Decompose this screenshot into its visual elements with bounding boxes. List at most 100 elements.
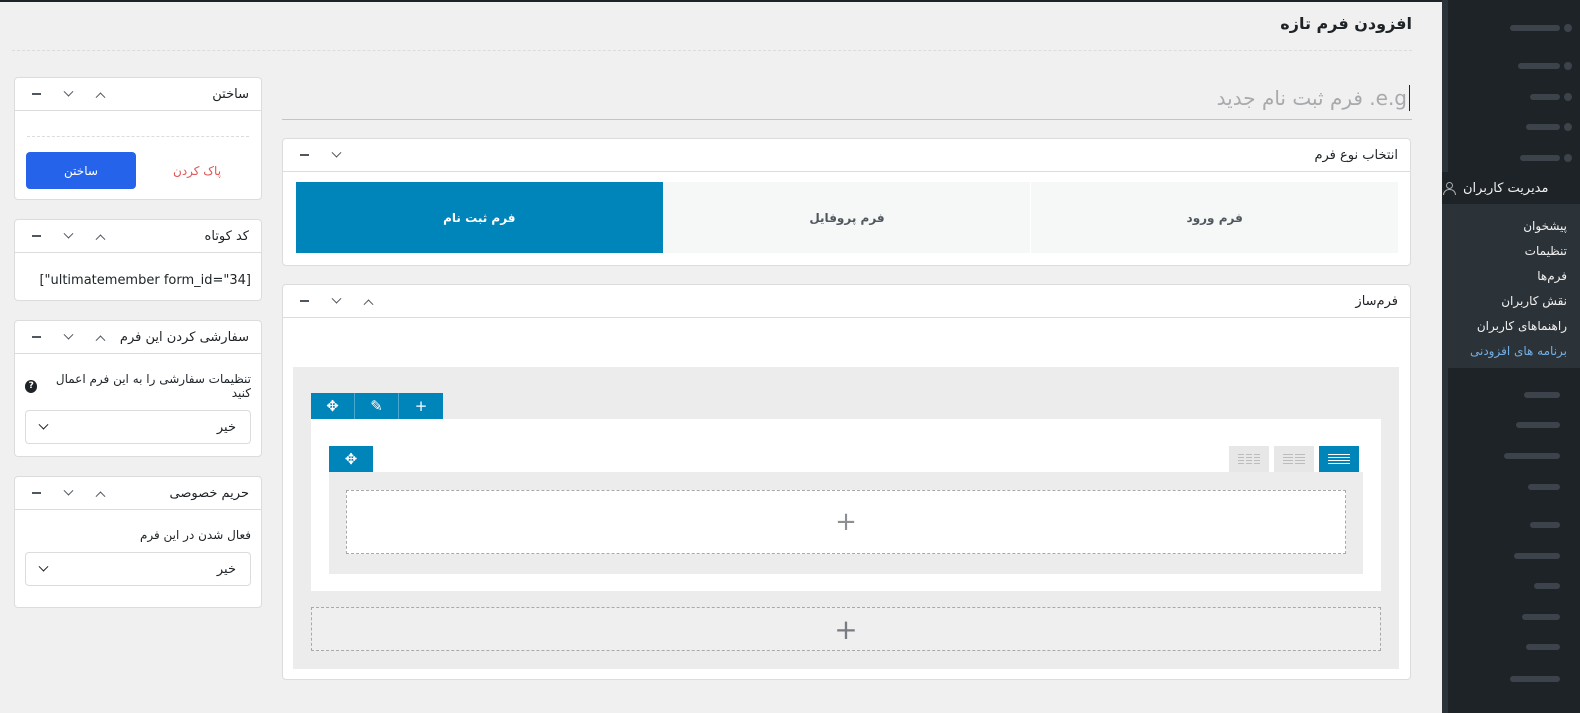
customize-field-label: تنظیمات سفارشی را به این فرم اعمال کنید … [15,354,261,400]
sidebar-item-blurred[interactable] [1524,392,1560,398]
form-type-login[interactable]: فرم ورود [1030,182,1398,253]
sidebar-item-blurred[interactable] [1516,422,1560,428]
privacy-select[interactable]: خیر [25,552,251,586]
chevron-down-icon [63,86,73,97]
move-up-button[interactable] [91,227,109,245]
sidebar-item-label: مدیریت کاربران [1463,180,1549,196]
sidebar-icon-blurred [1564,93,1572,101]
sidebar-item-blurred[interactable] [1526,644,1560,650]
sidebar-item-blurred[interactable] [1530,522,1560,528]
chevron-down-icon [63,228,73,239]
privacy-box-header: حریم خصوصی [15,477,261,510]
collapse-button[interactable] [27,227,45,245]
collapse-button[interactable] [27,484,45,502]
plus-icon: + [835,507,857,537]
submenu-item-dashboard[interactable]: پیشخوان [1442,214,1580,239]
sidebar-item-blurred[interactable] [1522,614,1560,620]
chevron-up-icon [95,91,105,102]
sidebar-icon-blurred [1564,62,1572,70]
submenu-item-settings[interactable]: تنظیمات [1442,239,1580,264]
move-up-button[interactable] [91,85,109,103]
add-field-button[interactable]: + [346,490,1346,554]
move-up-button[interactable] [91,328,109,346]
form-type-box-header: انتخاب نوع فرم [283,139,1410,172]
collapse-button[interactable] [27,328,45,346]
move-subrow-button[interactable]: ✥ [329,446,373,472]
submenu: پیشخوان تنظیمات فرم‌ها نقش کاربران راهنم… [1442,204,1580,364]
layout-three-columns[interactable] [1229,446,1269,472]
submenu-item-member-directories[interactable]: راهنماهای کاربران [1442,314,1580,339]
move-down-button[interactable] [59,484,77,502]
sidebar-item-blurred[interactable] [1504,453,1560,459]
three-columns-icon [1238,454,1260,464]
add-subrow-button[interactable]: + [399,393,443,419]
submenu-item-user-roles[interactable]: نقش کاربران [1442,289,1580,314]
plus-icon: + [414,397,428,415]
minus-icon [31,492,41,494]
sidebar-item-user-management[interactable]: مدیریت کاربران [1442,172,1580,204]
sidebar-item-blurred[interactable] [1526,124,1560,130]
move-row-button[interactable]: ✥ [311,393,355,419]
move-down-button[interactable] [327,292,345,310]
privacy-field-label: فعال شدن در این فرم [15,510,261,542]
create-box-divider [27,136,249,137]
clear-button[interactable]: پاک کردن [173,164,221,178]
customize-form-box: سفارشی کردن این فرم تنظیمات سفارشی را به… [14,320,262,457]
privacy-box: حریم خصوصی فعال شدن در این فرم خیر [14,476,262,608]
create-box: ساختن ساختن پاک کردن [14,77,262,200]
customize-label-text: تنظیمات سفارشی را به این فرم اعمال کنید [55,372,251,400]
sidebar-item-blurred[interactable] [1528,484,1560,490]
sidebar-icon-blurred [1564,154,1572,162]
shortcode-value[interactable]: ["ultimatemember form_id="34] [15,253,261,288]
move-down-button[interactable] [327,146,345,164]
chevron-down-icon [38,419,49,430]
layout-two-columns[interactable] [1274,446,1314,472]
box-controls [27,484,109,502]
edit-row-button[interactable]: ✎ [355,393,399,419]
collapse-button[interactable] [295,146,313,164]
submenu-item-extensions[interactable]: برنامه های افزودنی [1442,339,1580,364]
submenu-item-forms[interactable]: فرم‌ها [1442,264,1580,289]
sidebar-item-blurred[interactable] [1518,63,1560,69]
sidebar-item-blurred[interactable] [1534,583,1560,589]
move-down-button[interactable] [59,227,77,245]
chevron-up-icon [95,490,105,501]
sidebar-item-blurred[interactable] [1510,676,1560,682]
move-up-button[interactable] [91,484,109,502]
chevron-down-icon [331,293,341,304]
box-controls [295,292,377,310]
move-up-button[interactable] [359,292,377,310]
layout-one-column[interactable] [1319,446,1359,472]
chevron-down-icon [38,561,49,572]
shortcode-box: کد کوتاه ["ultimatemember form_id="34] [14,219,262,301]
form-type-register[interactable]: فرم ثبت نام [294,182,663,253]
form-builder-box-header: فرم‌ساز [283,285,1410,318]
form-title-input[interactable]: e.g. فرم ثبت نام جدید [282,76,1412,120]
chevron-down-icon [331,147,341,158]
two-columns-icon [1283,454,1305,464]
box-title: ساختن [212,86,249,102]
move-down-button[interactable] [59,328,77,346]
sidebar-item-blurred[interactable] [1520,155,1560,161]
customize-select[interactable]: خیر [25,410,251,444]
minus-icon [31,336,41,338]
sidebar-item-blurred[interactable] [1530,94,1560,100]
add-row-button[interactable]: + [311,607,1381,651]
collapse-button[interactable] [295,292,313,310]
create-box-header: ساختن [15,78,261,111]
customize-box-header: سفارشی کردن این فرم [15,321,261,354]
column-layout-picker [1229,446,1359,472]
help-icon[interactable]: ? [25,379,38,393]
form-builder-box: فرم‌ساز ✥ ✎ + ✥ + + [282,284,1411,680]
plus-icon: + [834,612,858,646]
page-title: افزودن فرم تازه [1280,14,1412,33]
sidebar-item-blurred[interactable] [1514,553,1560,559]
create-button[interactable]: ساختن [26,152,136,189]
chevron-up-icon [95,334,105,345]
move-down-button[interactable] [59,85,77,103]
form-type-profile[interactable]: فرم پروفایل [662,182,1031,253]
box-title: سفارشی کردن این فرم [119,329,249,345]
chevron-up-icon [95,233,105,244]
sidebar-item-blurred[interactable] [1510,25,1560,31]
collapse-button[interactable] [27,85,45,103]
